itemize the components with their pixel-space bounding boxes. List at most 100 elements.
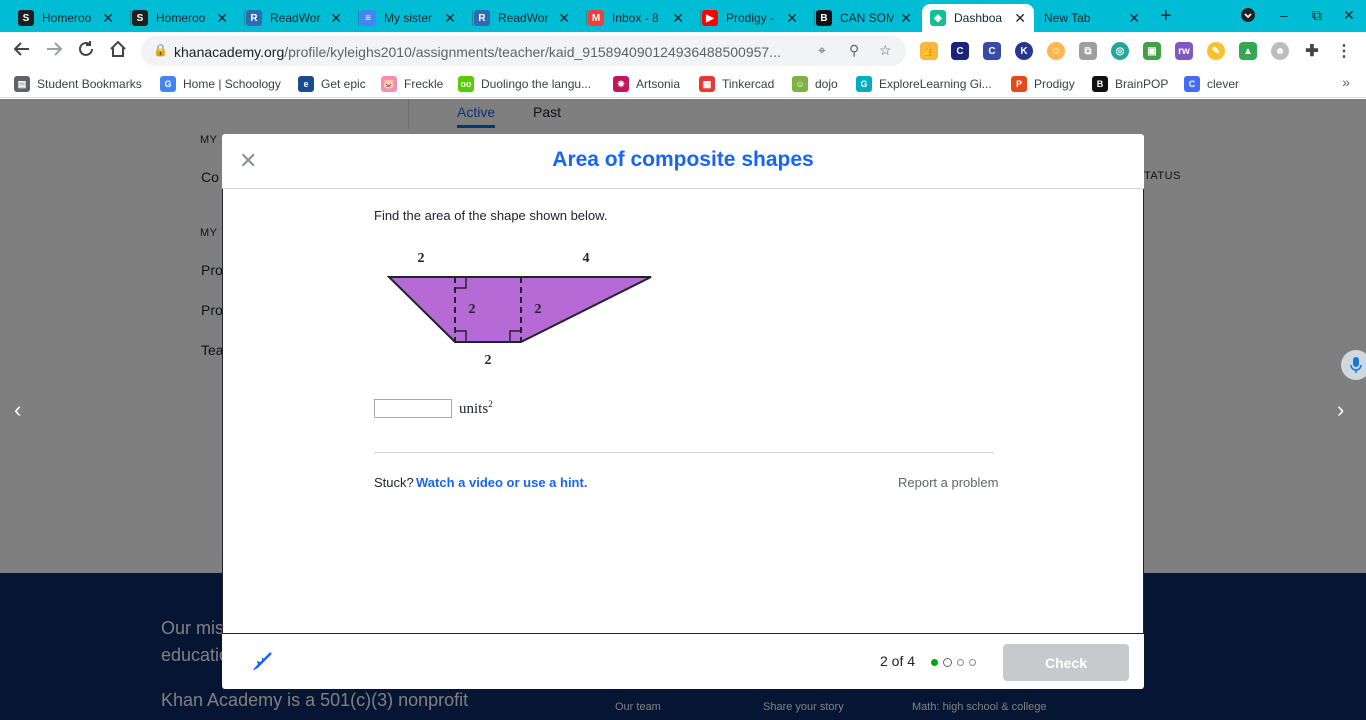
tab-favicon-icon: R — [474, 10, 490, 26]
extension-gray-icon[interactable]: ⧉ — [1079, 42, 1097, 60]
tab-close-icon[interactable]: ✕ — [330, 10, 342, 27]
question-prompt: Find the area of the shape shown below. — [374, 208, 608, 223]
browser-tab[interactable]: ▶ Prodigy - ✕ — [694, 4, 806, 32]
check-button[interactable]: Check — [1003, 644, 1129, 681]
tab-close-icon[interactable]: ✕ — [102, 10, 114, 27]
tab-title: CAN SOM — [840, 11, 895, 25]
tab-favicon-icon: S — [132, 10, 148, 26]
bookmark-item[interactable]: e Get epic — [298, 76, 366, 92]
drive-icon[interactable]: ▲ — [1239, 42, 1257, 60]
more-bookmarks-icon[interactable]: » — [1342, 74, 1350, 90]
home-icon[interactable] — [109, 40, 127, 63]
scratchpad-pencil-icon[interactable] — [252, 650, 274, 677]
units-text: units — [459, 401, 489, 417]
tab-title: My sister — [384, 11, 432, 25]
browser-tab[interactable]: S Homeroo ✕ — [124, 4, 236, 32]
units-label: units2 — [459, 399, 493, 418]
tab-title: Homeroo — [156, 11, 206, 25]
bookmark-item[interactable]: oo Duolingo the langu... — [458, 76, 591, 92]
browser-tab[interactable]: ≡ My sister ✕ — [352, 4, 464, 32]
progress-dot — [957, 659, 964, 666]
report-problem-link[interactable]: Report a problem — [898, 475, 998, 490]
right-height-label: 2 — [535, 302, 542, 317]
extension-orange-icon[interactable]: ☺ — [1047, 42, 1065, 60]
tab-close-icon[interactable]: ✕ — [900, 10, 912, 27]
zoom-icon[interactable]: ⚲ — [849, 42, 859, 59]
bookmark-label: Duolingo the langu... — [481, 77, 592, 91]
bookmark-icon: 🐷 — [381, 76, 397, 92]
extension-face-icon[interactable]: ☻ — [1271, 42, 1289, 60]
bookmark-item[interactable]: ☺ dojo — [792, 76, 838, 92]
bookmark-icon: B — [1092, 76, 1108, 92]
bookmark-icon: oo — [458, 76, 474, 92]
tab-close-icon[interactable]: ✕ — [1128, 10, 1140, 27]
close-window-icon[interactable]: ✕ — [1343, 7, 1355, 24]
tab-close-icon[interactable]: ✕ — [786, 10, 798, 27]
extension-classroom-icon[interactable]: ▣ — [1143, 42, 1161, 60]
answer-row: units2 — [374, 399, 493, 418]
restore-icon[interactable]: ⧉ — [1312, 7, 1322, 24]
bookmark-icon: ▤ — [14, 76, 30, 92]
browser-tab[interactable]: S Homeroo ✕ — [10, 4, 122, 32]
extensions-puzzle-icon[interactable]: ✚ — [1303, 42, 1321, 60]
top-right-label: 4 — [583, 251, 590, 266]
tab-close-icon[interactable]: ✕ — [558, 10, 570, 27]
bookmark-item[interactable]: ▤ Student Bookmarks — [14, 76, 142, 92]
browser-tab[interactable]: R ReadWor ✕ — [466, 4, 578, 32]
tab-close-icon[interactable]: ✕ — [216, 10, 228, 27]
reload-icon[interactable] — [77, 40, 95, 63]
bookmark-icon: P — [1011, 76, 1027, 92]
progress-dot — [969, 659, 976, 666]
browser-tab[interactable]: B CAN SOM ✕ — [808, 4, 920, 32]
forward-icon[interactable] — [45, 40, 63, 63]
bookmark-item[interactable]: ✸ Artsonia — [613, 76, 680, 92]
extension-teal-icon[interactable]: ◎ — [1111, 42, 1129, 60]
tab-close-icon[interactable]: ✕ — [444, 10, 456, 27]
microphone-icon[interactable] — [1341, 350, 1366, 380]
bookmark-item[interactable]: ▦ Tinkercad — [699, 76, 774, 92]
browser-tab[interactable]: New Tab ✕ — [1036, 4, 1148, 32]
tab-title: ReadWor — [498, 11, 549, 25]
bookmark-item[interactable]: 🐷 Freckle — [381, 76, 443, 92]
previous-arrow-icon[interactable]: ‹ — [14, 397, 21, 423]
extension-thumb-icon[interactable]: 👍 — [920, 42, 938, 60]
left-height-label: 2 — [469, 302, 476, 317]
bookmark-icon: e — [298, 76, 314, 92]
minimize-icon[interactable]: – — [1280, 7, 1288, 23]
browser-tab[interactable]: ◈ Dashboa ✕ — [922, 4, 1034, 32]
bookmark-item[interactable]: Cclever — [1184, 76, 1239, 92]
hint-link[interactable]: Watch a video or use a hint. — [416, 475, 587, 490]
extension-k-icon[interactable]: K — [1015, 42, 1033, 60]
tab-close-icon[interactable]: ✕ — [672, 10, 684, 27]
url-text: khanacademy.org/profile/kyleighs2010/ass… — [174, 44, 781, 60]
address-bar[interactable]: 🔒 khanacademy.org/profile/kyleighs2010/a… — [141, 36, 906, 66]
bookmark-item[interactable]: P Prodigy — [1011, 76, 1075, 92]
bookmark-label: dojo — [815, 77, 838, 91]
bookmark-label: Student Bookmarks — [37, 77, 142, 91]
bookmark-star-icon[interactable]: ☆ — [879, 42, 892, 59]
bookmark-item[interactable]: G ExploreLearning Gi... — [856, 76, 992, 92]
browser-tab[interactable]: R ReadWor ✕ — [238, 4, 350, 32]
bookmark-icon: ▦ — [699, 76, 715, 92]
progress-dot — [943, 658, 952, 667]
modal-footer: 2 of 4 Check — [222, 634, 1144, 689]
bookmark-icon: G — [160, 76, 176, 92]
bookmark-icon: G — [856, 76, 872, 92]
bookmark-item[interactable]: G Home | Schoology — [160, 76, 281, 92]
extension-c-icon[interactable]: C — [951, 42, 969, 60]
tab-search-icon[interactable] — [1240, 7, 1256, 26]
new-tab-button[interactable]: + — [1160, 5, 1172, 28]
browser-tab[interactable]: M Inbox - 8 ✕ — [580, 4, 692, 32]
extension-c2-icon[interactable]: C — [983, 42, 1001, 60]
bookmark-item[interactable]: B BrainPOP — [1092, 76, 1168, 92]
exercise-body: Find the area of the shape shown below. … — [222, 189, 1144, 634]
answer-input[interactable] — [374, 399, 452, 418]
tab-close-icon[interactable]: ✕ — [1014, 10, 1026, 27]
tab-title: New Tab — [1044, 11, 1091, 25]
location-icon[interactable]: ⌖ — [818, 42, 826, 59]
back-icon[interactable] — [13, 40, 31, 63]
extension-compass-icon[interactable]: ✎ — [1207, 42, 1225, 60]
menu-icon[interactable]: ⋮ — [1335, 42, 1353, 60]
next-arrow-icon[interactable]: › — [1337, 397, 1344, 423]
extension-rw-icon[interactable]: rw — [1175, 42, 1193, 60]
